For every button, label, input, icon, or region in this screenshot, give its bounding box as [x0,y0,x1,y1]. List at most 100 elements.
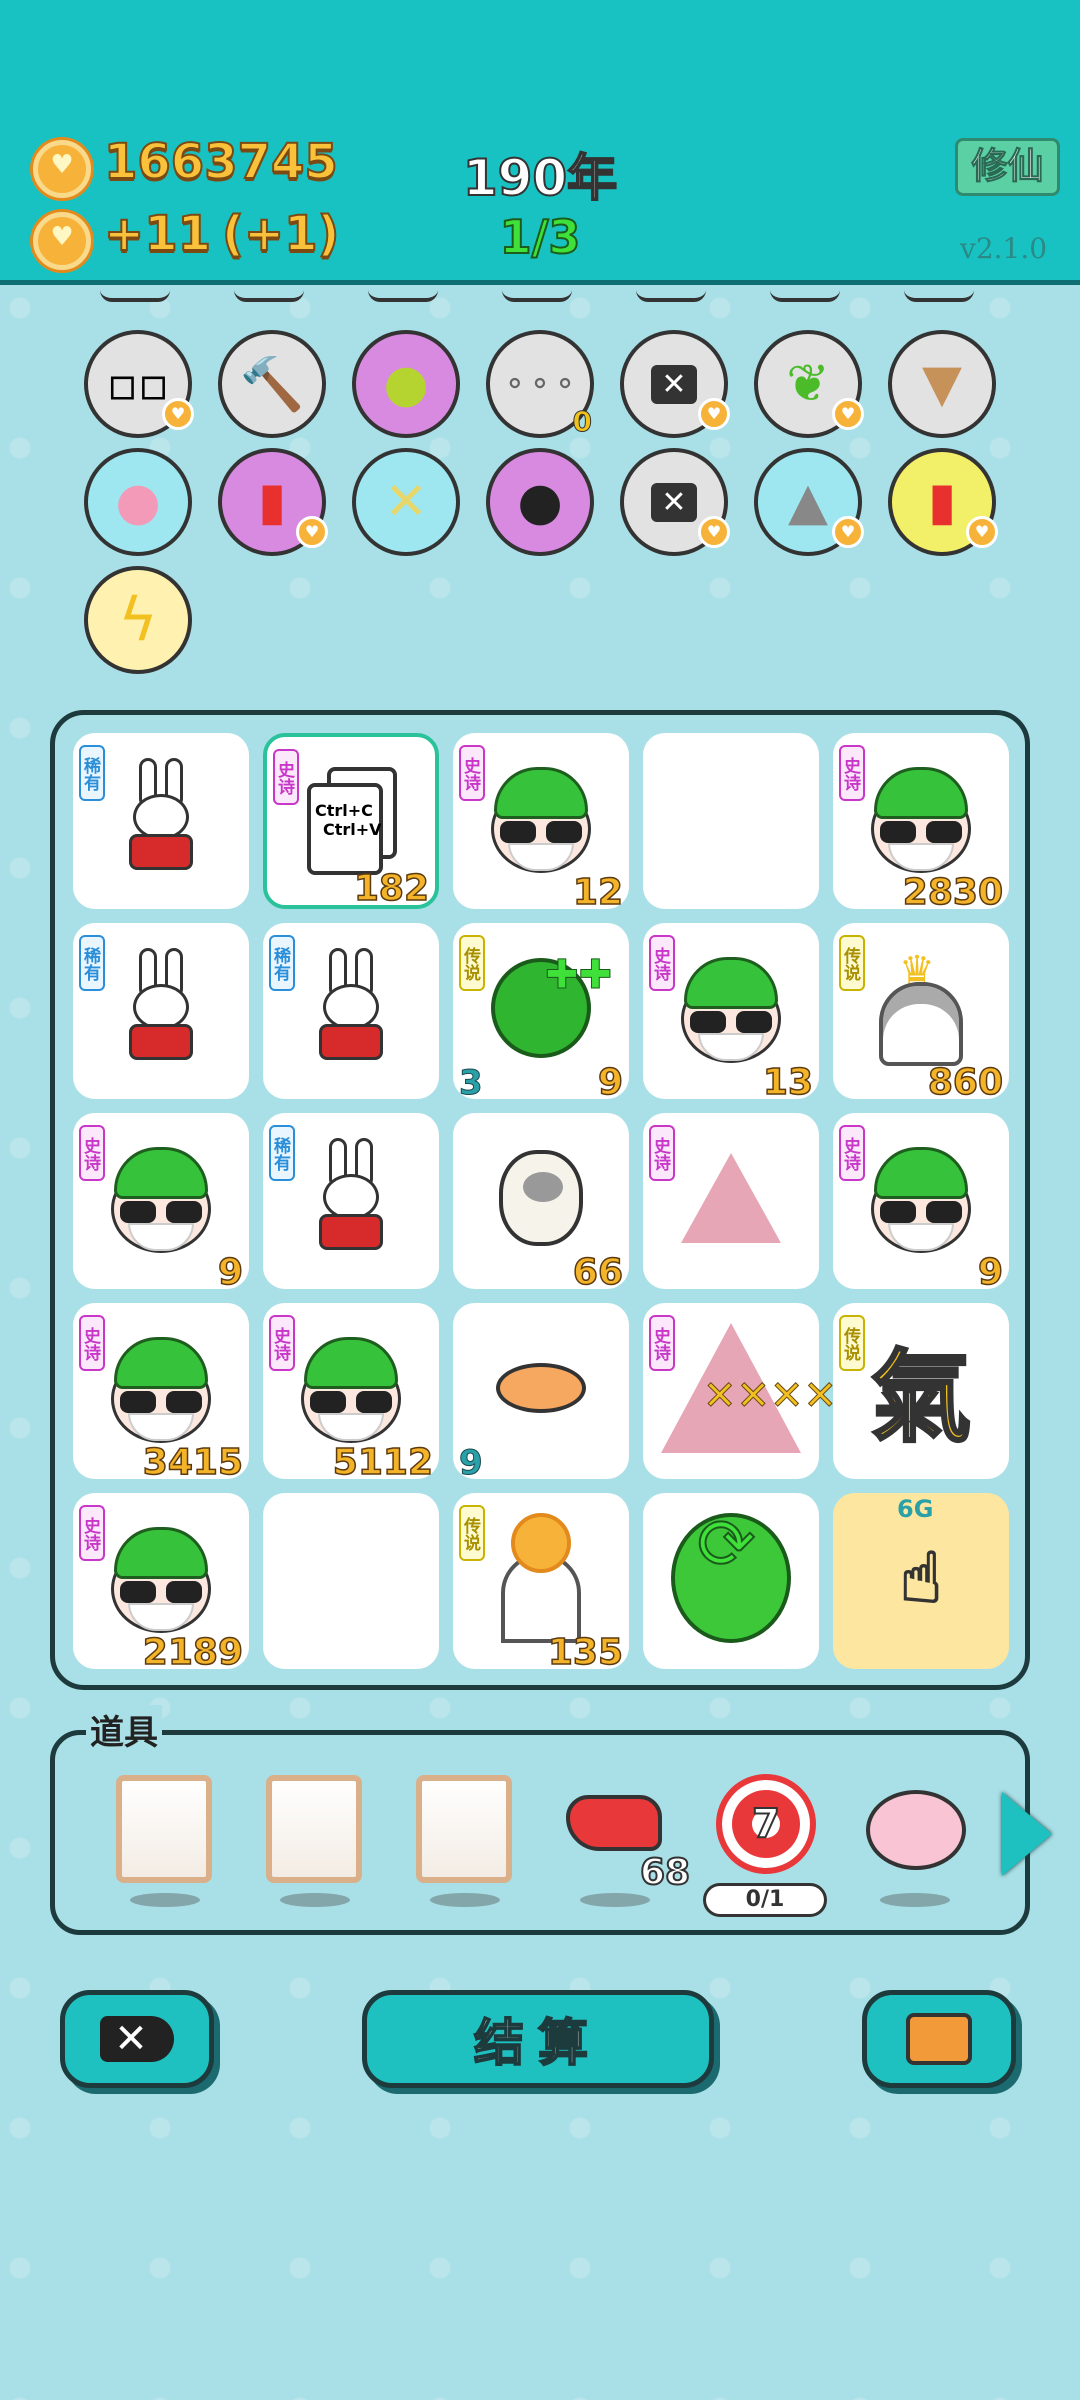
green-hat-face-icon [101,1513,221,1643]
leaf-icon[interactable]: ❦ ♥ [754,330,864,438]
cell-value: 12 [572,871,624,914]
egg-tray-icon[interactable]: ⚬⚬⚬ 0 [486,330,594,439]
green-hat-face-icon [481,753,601,883]
french-fries-icon[interactable]: ▮ ♥ [218,448,328,556]
watermelon-icon: ✚✚ [481,943,613,1073]
cell-left-value: 3 [459,1063,484,1104]
hammer-icon[interactable]: 🔨 [218,330,326,438]
board-cell-watermelon[interactable]: 传说 ✚✚ 3 9 [453,923,629,1104]
heart-badge-icon: ♥ [832,398,864,430]
husky-dog-icon[interactable]: ▲ ♥ [754,448,864,556]
green-hat-face-icon [861,1133,981,1263]
board-cell-face[interactable]: 史诗 9 [833,1113,1009,1294]
round-counter: 1/3 [499,209,582,265]
board-cell-refresh-ball[interactable]: ⟳ [643,1493,819,1669]
sugar-cubes-icon[interactable]: ▫▫ ♥ [84,330,194,438]
board-cell-husky-king[interactable]: 传说 ♛ 860 [833,923,1009,1104]
heart-badge-icon: ♥ [162,398,194,430]
board-cell-hand-sign[interactable]: 6G ☝ [833,1493,1009,1669]
board-cell-empty[interactable] [643,733,819,909]
lightning-icon[interactable]: ϟ [84,566,192,674]
scrolled-icon-row [0,290,1080,320]
board-cell-face[interactable]: 史诗 9 [73,1113,249,1294]
game-board: 稀有 史诗 Ctrl+C Ctrl+V 182 史诗 12 史诗 2830 稀有… [50,710,1030,1690]
remove-button[interactable]: ✕ [60,1990,214,2088]
board-cell-face[interactable]: 史诗 2830 [833,733,1009,914]
heart-badge-icon: ♥ [698,516,730,548]
green-hat-face-icon [861,753,981,883]
board-cell-rabbit-tent-big[interactable]: 史诗 ✕✕✕✕✕ [643,1303,871,1479]
board-cell-rabbit[interactable]: 稀有 [263,1113,439,1289]
delete-tag-icon: ✕ [100,2016,174,2062]
piggy-bank-icon[interactable]: ● [84,448,192,556]
board-cell-qi-character[interactable]: 传说 氣 [833,1303,1009,1479]
delete-tag-icon[interactable]: ✕ ♥ [620,448,730,556]
board-cell-face[interactable]: 史诗 2189 [73,1493,249,1674]
board-cell-rabbit-tent[interactable]: 史诗 [643,1113,819,1289]
cell-value: 66 [572,1251,624,1294]
board-cell-face[interactable]: 史诗 13 [643,923,819,1104]
briefcase-icon [906,2013,972,2065]
target-progress: 0/1 [703,1883,827,1917]
crossed-sticks-icon[interactable]: ✕ [352,448,460,556]
year-label: 190年 [462,148,618,208]
board-cell-face[interactable]: 史诗 5112 [263,1303,439,1484]
cell-value: 182 [353,867,430,910]
green-hat-face-icon [671,943,791,1073]
rabbit-icon [101,943,221,1073]
tools-title: 道具 [86,1705,162,1754]
pomelo-icon[interactable]: ● [352,330,460,438]
board-cell-copy-paste[interactable]: 史诗 Ctrl+C Ctrl+V 182 [263,733,439,910]
board-cell-empty[interactable] [263,1493,439,1669]
liver-icon[interactable] [566,1795,662,1855]
cell-value: 2830 [902,871,1004,914]
item-shadow [880,1893,950,1907]
slot-shadow [130,1893,200,1907]
rabbit-tent-icon [671,1133,791,1263]
top-header: 1663745 +11 (+1) 190年 1/3 修仙 v2.1.0 [0,0,1080,285]
coin-total: 1663745 [103,133,339,191]
next-arrow-icon[interactable] [1002,1792,1052,1876]
cell-value: 2189 [142,1631,244,1674]
qi-character-icon: 氣 [870,1337,973,1457]
coin-income: +11 [103,205,212,263]
husky-coin-icon [481,1513,601,1643]
version-label: v2.1.0 [960,232,1048,265]
french-fries-icon[interactable]: ▮ ♥ [888,448,998,556]
cell-value: 135 [547,1631,624,1674]
green-hat-face-icon [101,1323,221,1453]
copy-paste-icon: Ctrl+C Ctrl+V [307,767,403,877]
delete-tag-icon[interactable]: ✕ ♥ [620,330,730,438]
cultivation-button[interactable]: 修仙 [955,138,1060,196]
target-icon[interactable]: 7 [716,1774,816,1874]
slot-shadow [280,1893,350,1907]
board-cell-rabbit[interactable]: 稀有 [263,923,439,1099]
cell-value: 9 [977,1251,1004,1294]
board-cell-rabbit[interactable]: 稀有 [73,923,249,1099]
empty-tool-slot[interactable] [266,1775,362,1883]
board-cell-sheep[interactable]: 66 [453,1113,629,1294]
liver-count: 68 [639,1851,691,1894]
heart-badge-icon: ♥ [698,398,730,430]
rock-hand-icon: ☝ [899,1536,944,1620]
bubble-tea-icon[interactable]: ▼ [888,330,996,438]
empty-tool-slot[interactable] [116,1775,212,1883]
panda-icon[interactable]: ● [486,448,594,556]
settle-button[interactable]: 结算 [362,1990,714,2088]
item-shadow [580,1893,650,1907]
board-cell-husky-coin[interactable]: 传说 135 [453,1493,629,1674]
coin-income-bonus: (+1) [221,205,340,263]
coin-income-icon [33,212,91,270]
piggy-bank-icon[interactable] [866,1790,966,1870]
settle-label: 结算 [473,2013,602,2073]
board-cell-face[interactable]: 史诗 12 [453,733,629,914]
empty-tool-slot[interactable] [416,1775,512,1883]
board-cell-face[interactable]: 史诗 3415 [73,1303,249,1484]
inventory-button[interactable] [862,1990,1016,2088]
board-cell-fish[interactable]: 9 [453,1303,629,1484]
cell-value: 13 [762,1061,814,1104]
board-cell-rabbit[interactable]: 稀有 [73,733,249,909]
cell-value: 9 [217,1251,244,1294]
husky-king-icon: ♛ [861,943,981,1073]
target-number: 7 [751,1800,781,1848]
